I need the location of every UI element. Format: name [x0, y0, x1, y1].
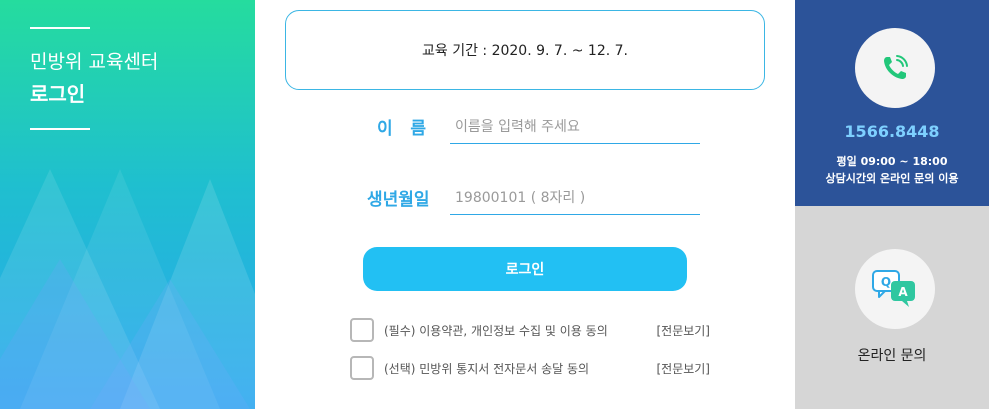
phone-icon-circle	[855, 28, 935, 108]
agreement-required-checkbox[interactable]	[350, 318, 374, 342]
agreement-optional-text: (선택) 민방위 통지서 전자문서 송달 동의	[384, 361, 590, 376]
decor-triangle	[90, 279, 250, 409]
hours-info: 평일 09:00 ~ 18:00 상담시간외 온라인 문의 이용	[795, 153, 989, 187]
online-inquiry-label[interactable]: 온라인 문의	[795, 345, 989, 365]
divider-top	[30, 27, 90, 29]
divider-bottom	[30, 128, 90, 130]
birth-label: 생년월일	[367, 190, 430, 210]
agreement-required-view-link[interactable]: [전문보기]	[656, 322, 710, 339]
svg-text:Q: Q	[881, 275, 891, 289]
svg-text:A: A	[898, 285, 908, 299]
name-label: 이 름	[377, 119, 427, 139]
online-inquiry-panel[interactable]: Q A 온라인 문의	[795, 206, 989, 409]
phone-number: 1566.8448	[844, 122, 940, 141]
qa-icon-circle: Q A	[855, 249, 935, 329]
hours-line-online: 상담시간외 온라인 문의 이용	[825, 172, 959, 185]
phone-icon	[884, 55, 908, 79]
agreement-optional-view-link[interactable]: [전문보기]	[656, 360, 710, 377]
sidebar-panel: 민방위 교육센터 로그인	[0, 0, 255, 409]
agreement-required-text: (필수) 이용약관, 개인정보 수집 및 이용 동의	[384, 323, 608, 338]
agreement-optional-checkbox[interactable]	[350, 356, 374, 380]
name-input[interactable]	[450, 110, 700, 144]
qa-chat-icon: Q A	[872, 270, 915, 307]
birthdate-input[interactable]	[450, 181, 700, 215]
hours-line-weekday: 평일 09:00 ~ 18:00	[836, 155, 948, 168]
agreement-row-required: (필수) 이용약관, 개인정보 수집 및 이용 동의 [전문보기]	[350, 317, 710, 343]
login-button[interactable]: 로그인	[363, 247, 687, 291]
contact-panel: 1566.8448 평일 09:00 ~ 18:00 상담시간외 온라인 문의 …	[795, 0, 989, 206]
login-form: 교육 기간 : 2020. 9. 7. ~ 12. 7. 이 름 생년월일 로그…	[255, 0, 795, 409]
agreement-row-optional: (선택) 민방위 통지서 전자문서 송달 동의 [전문보기]	[350, 355, 710, 381]
sidebar-subtitle: 로그인	[30, 82, 86, 106]
education-period-box: 교육 기간 : 2020. 9. 7. ~ 12. 7.	[285, 10, 765, 90]
sidebar-title: 민방위 교육센터	[30, 51, 159, 73]
education-period-text: 교육 기간 : 2020. 9. 7. ~ 12. 7.	[422, 43, 628, 59]
